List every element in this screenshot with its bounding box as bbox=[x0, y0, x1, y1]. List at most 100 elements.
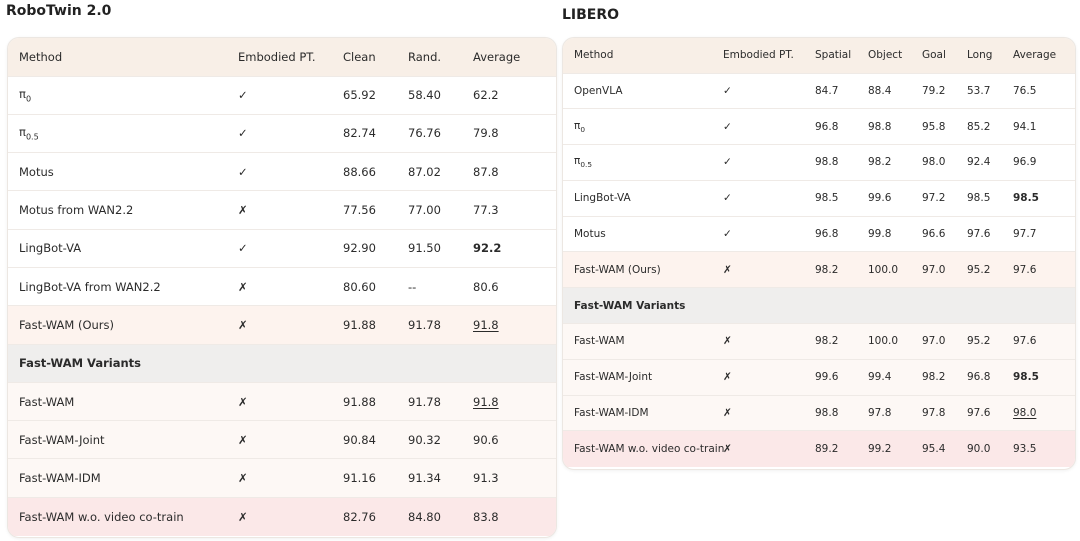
avg-value: 98.5 bbox=[1013, 371, 1039, 384]
variants-section-header: Fast-WAM Variants bbox=[563, 287, 1075, 324]
variants-label: Fast-WAM Variants bbox=[574, 299, 686, 312]
libero-header-row: Method Embodied PT. Spatial Object Goal … bbox=[563, 38, 1075, 73]
spatial-value: 89.2 bbox=[815, 443, 839, 456]
long-cell: 92.4 bbox=[967, 145, 1013, 181]
spatial-value: 98.5 bbox=[815, 192, 839, 205]
rand-value: -- bbox=[408, 279, 417, 294]
goal-cell: 97.0 bbox=[922, 252, 967, 288]
rand-value: 77.00 bbox=[408, 203, 441, 218]
embodied-pt-mark: ✓ bbox=[238, 164, 248, 179]
avg-cell: 91.3 bbox=[473, 459, 556, 497]
table-row: Fast-WAM w.o. video co-train ✗ 82.76 84.80 8… bbox=[8, 497, 556, 536]
method-cell: π0.5 bbox=[563, 145, 723, 181]
header-method: Method bbox=[19, 49, 63, 64]
method-cell: Fast-WAM-Joint bbox=[563, 359, 723, 395]
embodied-pt-mark: ✓ bbox=[723, 120, 732, 133]
method-cell: π0.5 bbox=[8, 114, 238, 152]
embodied-pt-mark: ✗ bbox=[238, 317, 248, 332]
method-name: Fast-WAM (Ours) bbox=[574, 263, 661, 276]
goal-value: 95.8 bbox=[922, 120, 946, 133]
method-cell: Fast-WAM (Ours) bbox=[8, 306, 238, 344]
object-cell: 97.8 bbox=[868, 395, 922, 431]
goal-value: 97.8 bbox=[922, 407, 946, 420]
method-name: Fast-WAM bbox=[19, 394, 75, 409]
avg-cell: 62.2 bbox=[473, 76, 556, 114]
rand-value: 91.50 bbox=[408, 241, 441, 256]
method-cell: π0 bbox=[8, 76, 238, 114]
spatial-cell: 98.2 bbox=[815, 324, 868, 360]
table-row: Fast-WAM w.o. video co-train ✗ 89.2 99.2 95.… bbox=[563, 430, 1075, 467]
method-subscript: 0 bbox=[580, 124, 586, 134]
method-cell: π0 bbox=[563, 109, 723, 145]
rand-cell: 87.02 bbox=[408, 153, 473, 191]
header-average: Average bbox=[1013, 49, 1057, 62]
table-row: π0.5 ✓ 82.74 76.76 79.8 bbox=[8, 114, 556, 152]
method-name: Fast-WAM-IDM bbox=[574, 407, 649, 420]
avg-value: 97.7 bbox=[1013, 228, 1037, 241]
method-cell: Fast-WAM-IDM bbox=[8, 459, 238, 497]
goal-cell: 97.8 bbox=[922, 395, 967, 431]
object-cell: 99.2 bbox=[868, 431, 922, 467]
avg-cell: 98.5 bbox=[1013, 180, 1075, 216]
avg-value: 83.8 bbox=[473, 509, 499, 524]
spatial-cell: 96.8 bbox=[815, 216, 868, 252]
robotwin-header-row: Method Embodied PT. Clean Rand. Average bbox=[8, 38, 556, 76]
method-cell: Fast-WAM w.o. video co-train bbox=[8, 497, 238, 535]
long-value: 53.7 bbox=[967, 84, 991, 97]
rand-cell: 76.76 bbox=[408, 114, 473, 152]
table-row: Fast-WAM ✗ 98.2 100.0 97.0 95.2 97.6 bbox=[563, 323, 1075, 360]
goal-cell: 97.0 bbox=[922, 324, 967, 360]
embodied-pt-mark: ✗ bbox=[238, 471, 248, 486]
table-row: OpenVLA ✓ 84.7 88.4 79.2 53.7 76.5 bbox=[563, 73, 1075, 109]
robotwin-title: RoboTwin 2.0 bbox=[6, 3, 112, 19]
long-cell: 95.2 bbox=[967, 324, 1013, 360]
method-name: Fast-WAM (Ours) bbox=[19, 317, 115, 332]
table-row: Fast-WAM-IDM ✗ 98.8 97.8 97.8 97.6 98.0 bbox=[563, 395, 1075, 431]
table-row: π0 ✓ 96.8 98.8 95.8 85.2 94.1 bbox=[563, 108, 1075, 145]
goal-cell: 95.4 bbox=[922, 431, 967, 467]
clean-cell: 91.88 bbox=[343, 306, 408, 344]
spatial-cell: 96.8 bbox=[815, 109, 868, 145]
rand-value: 87.02 bbox=[408, 164, 441, 179]
rand-value: 91.34 bbox=[408, 471, 441, 486]
robotwin-results-table: Method Embodied PT. Clean Rand. Average … bbox=[8, 38, 556, 536]
goal-cell: 95.8 bbox=[922, 109, 967, 145]
object-value: 100.0 bbox=[868, 335, 899, 348]
table-row: Fast-WAM-Joint ✗ 90.84 90.32 90.6 bbox=[8, 420, 556, 459]
clean-value: 90.84 bbox=[343, 432, 376, 447]
rand-value: 76.76 bbox=[408, 126, 441, 141]
long-value: 85.2 bbox=[967, 120, 991, 133]
spatial-value: 96.8 bbox=[815, 120, 839, 133]
avg-cell: 90.6 bbox=[473, 421, 556, 459]
embodied-pt-mark: ✓ bbox=[723, 228, 732, 241]
clean-cell: 92.90 bbox=[343, 229, 408, 267]
long-cell: 97.6 bbox=[967, 216, 1013, 252]
table-row: Fast-WAM ✗ 91.88 91.78 91.8 bbox=[8, 382, 556, 421]
avg-cell: 97.6 bbox=[1013, 324, 1075, 360]
goal-value: 97.2 bbox=[922, 192, 946, 205]
rand-cell: 77.00 bbox=[408, 191, 473, 229]
method-cell: LingBot-VA bbox=[8, 229, 238, 267]
method-cell: Motus bbox=[8, 153, 238, 191]
libero-table-body: OpenVLA ✓ 84.7 88.4 79.2 53.7 76.5 π0 ✓ 96.8 98.8 9… bbox=[563, 73, 1075, 467]
method-name: π bbox=[19, 125, 26, 140]
embodied-pt-mark: ✗ bbox=[238, 394, 248, 409]
method-cell: Fast-WAM (Ours) bbox=[563, 252, 723, 288]
table-row: LingBot-VA from WAN2.2 ✗ 80.60 -- 80.6 bbox=[8, 267, 556, 305]
rand-cell: 90.32 bbox=[408, 421, 473, 459]
avg-value: 77.3 bbox=[473, 203, 499, 218]
avg-cell: 96.9 bbox=[1013, 145, 1075, 181]
avg-cell: 97.7 bbox=[1013, 216, 1075, 252]
object-value: 99.6 bbox=[868, 192, 892, 205]
object-cell: 98.2 bbox=[868, 145, 922, 181]
method-name: Motus from WAN2.2 bbox=[19, 203, 134, 218]
table-row: Fast-WAM (Ours) ✗ 91.88 91.78 91.8 bbox=[8, 305, 556, 345]
avg-cell: 80.6 bbox=[473, 267, 556, 305]
clean-cell: 65.92 bbox=[343, 76, 408, 114]
clean-value: 92.90 bbox=[343, 241, 376, 256]
table-row: LingBot-VA ✓ 92.90 91.50 92.2 bbox=[8, 229, 556, 267]
avg-value: 76.5 bbox=[1013, 84, 1037, 97]
avg-value: 97.6 bbox=[1013, 335, 1037, 348]
method-name: Fast-WAM w.o. video co-train bbox=[574, 443, 725, 456]
avg-value: 98.5 bbox=[1013, 192, 1039, 205]
